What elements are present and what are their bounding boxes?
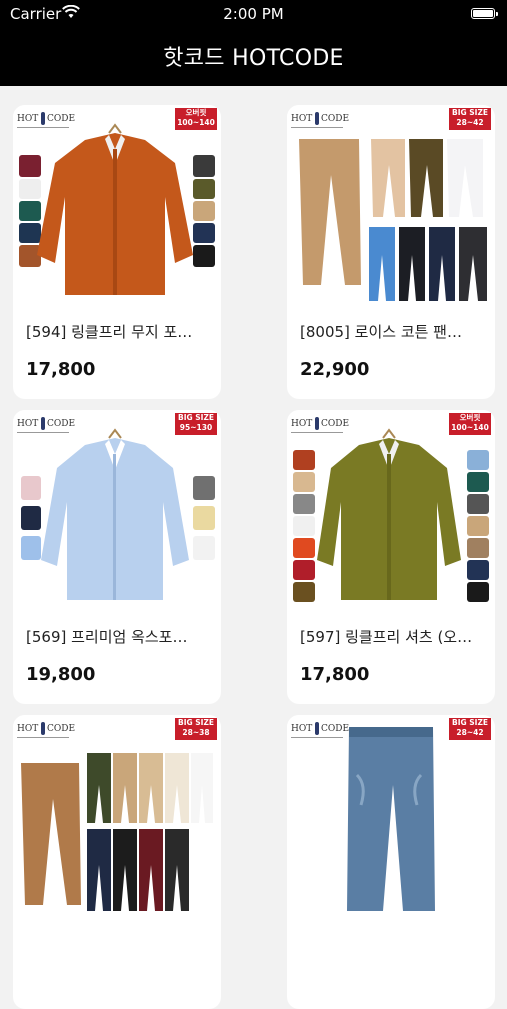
product-grid: HOT CODE 오버핏 100~140 [594] 링클프리 무지 포… 17… xyxy=(0,86,507,1009)
product-image: HOT CODE 오버핏 100~140 xyxy=(13,105,221,305)
product-price: 22,900 xyxy=(300,359,370,380)
brown-pants-illustration xyxy=(21,753,213,911)
product-name: [8005] 로이스 코튼 팬… xyxy=(300,323,462,341)
denim-jeans-illustration xyxy=(347,727,435,911)
product-price: 17,800 xyxy=(300,664,370,685)
orange-shirt-illustration xyxy=(19,123,215,295)
product-image: HOT CODE 오버핏 100~140 xyxy=(287,410,495,610)
product-card[interactable]: HOT CODE BIG SIZE 95~130 [569] 프리미엄 옥스포…… xyxy=(13,410,221,704)
navigation-bar: Carrier 2:00 PM 핫코드 HOTCODE xyxy=(0,0,507,86)
product-image: HOT CODE BIG SIZE 95~130 xyxy=(13,410,221,610)
page-title: 핫코드 HOTCODE xyxy=(163,46,344,71)
product-price: 19,800 xyxy=(26,664,96,685)
product-image: HOT CODE BIG SIZE 28~42 xyxy=(287,715,495,915)
product-card[interactable]: HOT CODE BIG SIZE 28~42 xyxy=(287,715,495,1009)
status-bar: Carrier 2:00 PM xyxy=(0,0,507,28)
clock: 2:00 PM xyxy=(223,5,284,23)
product-name: [597] 링클프리 셔츠 (오… xyxy=(300,628,473,646)
product-card[interactable]: HOT CODE BIG SIZE 28~42 [8005] 로이스 코튼 팬… xyxy=(287,105,495,399)
pants-illustration xyxy=(299,139,487,301)
product-name: [594] 링클프리 무지 포… xyxy=(26,323,193,341)
product-name: [569] 프리미엄 옥스포… xyxy=(26,628,188,646)
product-image: HOT CODE BIG SIZE 28~42 xyxy=(287,105,495,305)
battery-icon xyxy=(471,8,498,19)
blue-shirt-illustration xyxy=(21,428,215,600)
product-card[interactable]: HOT CODE 오버핏 100~140 xyxy=(287,410,495,704)
product-price: 17,800 xyxy=(26,359,96,380)
product-card[interactable]: HOT CODE BIG SIZE 28~38 xyxy=(13,715,221,1009)
product-card[interactable]: HOT CODE 오버핏 100~140 xyxy=(13,105,221,399)
product-image: HOT CODE BIG SIZE 28~38 xyxy=(13,715,221,915)
olive-shirt-illustration xyxy=(293,428,489,602)
